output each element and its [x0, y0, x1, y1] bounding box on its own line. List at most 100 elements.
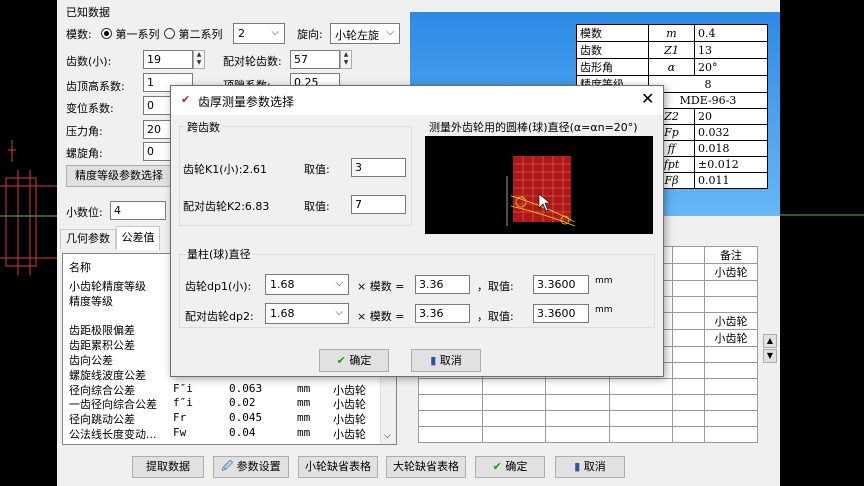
dp2-select[interactable]: 1.68 ⌵ — [265, 303, 349, 324]
spec-cell: 20° — [694, 58, 768, 76]
list-cell-val: 0.045 — [229, 411, 263, 425]
list-cell-unit: mm — [297, 396, 311, 410]
spec-cell: 0.032 — [694, 124, 768, 141]
dp2-label: 配对齿轮dp2: — [185, 310, 254, 323]
teeth-mating-input[interactable]: 57 — [290, 50, 340, 69]
teeth-mating-label: 配对轮齿数: — [223, 55, 282, 68]
grid-cell: 小齿轮 — [704, 312, 758, 330]
list-cell-sym: f″i — [173, 396, 193, 410]
cancel-button[interactable]: ▮ 取消 — [555, 456, 625, 478]
decimals-input[interactable]: 4 — [110, 201, 166, 220]
spec-cell: 0.4 — [694, 24, 768, 42]
close-icon[interactable]: ✕ — [641, 89, 654, 108]
list-cell-name: 小齿轮精度等级 — [69, 280, 146, 293]
cad-drawing-icon — [0, 140, 57, 275]
small-wheel-default-table-button[interactable]: 小轮缺省表格 — [298, 456, 378, 478]
dp2-take-input[interactable]: 3.3600 — [533, 304, 589, 323]
spec-cell: 13 — [694, 41, 768, 59]
extract-data-button[interactable]: 提取数据 — [132, 456, 204, 478]
list-cell-obj: 小齿轮 — [333, 428, 366, 441]
spec-cell: 0.018 — [694, 140, 768, 157]
cad-canvas-right — [780, 0, 864, 486]
list-cell-name: 螺旋线波度公差 — [69, 368, 146, 382]
chevron-down-icon: ⌵ — [386, 27, 394, 38]
list-cell-name: 齿距极限偏差 — [69, 324, 135, 338]
cad-canvas-left — [0, 0, 57, 486]
pressure-angle-input[interactable]: 20 — [143, 120, 173, 139]
k1-value-input[interactable]: 3 — [351, 158, 406, 177]
spec-cell: m — [648, 24, 695, 42]
large-wheel-default-table-button[interactable]: 大轮缺省表格 — [386, 456, 466, 478]
grid-cell — [704, 296, 758, 313]
times-module-label: × 模数 = — [357, 280, 405, 293]
dialog-ok-button[interactable]: ✔ 确定 — [319, 349, 389, 372]
unit-label: mm — [595, 276, 613, 286]
series2-radio[interactable]: 第二系列 — [164, 26, 223, 42]
list-cell-name: 齿向公差 — [69, 354, 113, 367]
settings-icon: 🖉 — [221, 460, 234, 473]
dp1-module-input[interactable]: 3.36 — [415, 275, 470, 294]
dp2-module-input[interactable]: 3.36 — [415, 304, 470, 323]
spec-cell: ±0.012 — [694, 156, 768, 173]
shift-input[interactable]: 0 — [143, 96, 173, 115]
pin-diameter-title: 量柱(球)直径 — [185, 246, 253, 262]
grid-cell: 小齿轮 — [704, 263, 758, 281]
spec-cell: MDE-96-3 — [648, 92, 768, 109]
pin-diameter-caption: 测量外齿轮用的圆棒(球)直径(α=αn=20°) — [429, 121, 638, 134]
helix-direction-label: 旋向: — [297, 28, 323, 41]
teeth-small-spinner[interactable]: ▲ ▼ — [193, 50, 205, 69]
dialog-cancel-button[interactable]: ▮ 取消 — [411, 349, 481, 372]
pin-measure-image — [425, 136, 653, 234]
teeth-mating-spinner[interactable]: ▲ ▼ — [340, 50, 352, 69]
k2-value-input[interactable]: 7 — [351, 195, 406, 214]
shift-label: 变位系数: — [66, 102, 114, 115]
exit-door-icon: ▮ — [574, 460, 581, 473]
scroll-down-button[interactable]: ▼ — [763, 349, 777, 363]
list-cell-obj: 小齿轮 — [333, 413, 366, 427]
spec-cell: Z1 — [648, 41, 695, 59]
param-settings-button[interactable]: 🖉 参数设置 — [213, 456, 289, 478]
scroll-up-button[interactable]: ▲ — [763, 334, 777, 348]
list-cell-val: 0.02 — [229, 396, 256, 410]
list-cell-sym: F″i — [173, 381, 193, 395]
list-cell-name: 精度等级 — [69, 294, 113, 308]
check-icon: ✔ — [492, 460, 502, 473]
list-cell-sym: Fw — [173, 426, 187, 439]
list-cell-unit: mm — [297, 381, 311, 395]
list-cell-sym: Fr — [173, 411, 187, 425]
grid-cell — [704, 280, 758, 297]
spec-cell: 模数 — [576, 24, 649, 42]
addendum-label: 齿顶高系数: — [66, 80, 125, 93]
spec-cell: 0.011 — [694, 172, 768, 189]
module-label: 模数: — [66, 28, 92, 41]
chevron-down-icon: ⌵ — [335, 307, 343, 318]
list-cell-val: 0.04 — [229, 426, 256, 439]
helix-direction-select[interactable]: 小轮左旋 ⌵ — [330, 23, 400, 44]
cad-axis-icon — [780, 214, 864, 216]
module-select[interactable]: 2 ⌵ — [233, 23, 285, 44]
k1-take-label: 取值: — [304, 163, 330, 176]
dp1-select[interactable]: 1.68 ⌵ — [265, 274, 349, 295]
take-label: ，取值: — [477, 280, 514, 293]
tab-geometry[interactable]: 几何参数 — [60, 229, 116, 249]
helix-angle-input[interactable]: 0 — [143, 142, 173, 161]
tab-tolerance[interactable]: 公差值 — [116, 226, 160, 250]
dp1-label: 齿轮dp1(小): — [185, 280, 252, 293]
list-cell-unit: mm — [297, 426, 311, 439]
series1-radio[interactable]: 第一系列 — [101, 26, 160, 42]
decimals-label: 小数位: — [66, 206, 103, 219]
pressure-angle-label: 压力角: — [66, 125, 103, 138]
exit-door-icon: ▮ — [430, 354, 437, 367]
teeth-small-input[interactable]: 19 — [143, 50, 193, 69]
chevron-down-icon: ⌵ — [271, 27, 279, 38]
ok-button[interactable]: ✔ 确定 — [475, 456, 545, 478]
chevron-down-icon[interactable]: ⌵ — [384, 431, 391, 441]
dp1-take-input[interactable]: 3.3600 — [533, 275, 589, 294]
span-teeth-title: 跨齿数 — [185, 119, 222, 135]
k2-take-label: 取值: — [304, 200, 330, 213]
list-cell-unit: mm — [297, 411, 311, 425]
precision-select-button[interactable]: 精度等级参数选择 — [66, 165, 172, 187]
unit-label: mm — [595, 305, 613, 315]
spec-cell: 齿数 — [576, 41, 649, 59]
k2-label: 配对齿轮K2:6.83 — [183, 200, 270, 213]
